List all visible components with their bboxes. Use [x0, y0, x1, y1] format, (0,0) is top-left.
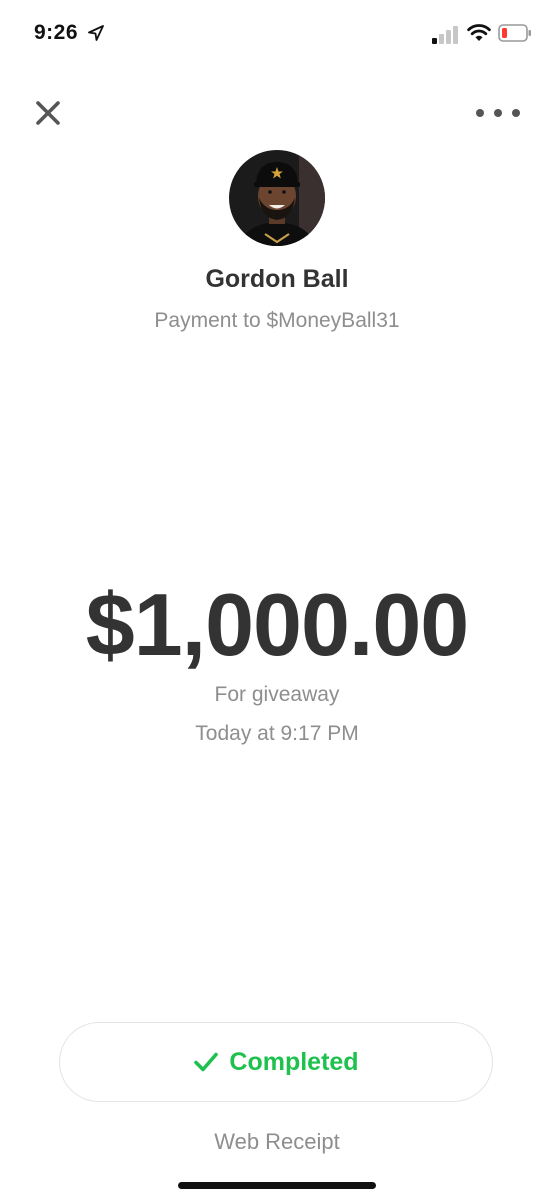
payment-date: Today at 9:17 PM: [195, 722, 359, 745]
avatar: [229, 150, 325, 246]
avatar-photo: [229, 150, 325, 246]
home-indicator: [178, 1182, 376, 1189]
wifi-icon: [467, 24, 491, 41]
web-receipt-link[interactable]: Web Receipt: [0, 1129, 554, 1155]
payment-recipient-subtitle: Payment to $MoneyBall31: [154, 309, 400, 332]
more-options-button[interactable]: [470, 95, 526, 131]
close-icon: [36, 101, 60, 125]
payment-note: For giveaway: [214, 683, 340, 706]
payment-status-badge[interactable]: Completed: [59, 1022, 493, 1102]
cellular-signal-icon: [432, 26, 458, 44]
status-bar: 9:26: [0, 0, 554, 70]
more-options-icon: [476, 109, 520, 117]
recipient-name: Gordon Ball: [205, 265, 349, 293]
checkmark-icon: [194, 1052, 219, 1072]
payment-status-label: Completed: [229, 1047, 359, 1076]
close-button[interactable]: [28, 93, 68, 133]
battery-low-icon: [498, 24, 531, 42]
status-time: 9:26: [34, 21, 79, 44]
payment-amount: $1,000.00: [85, 575, 470, 674]
location-arrow-icon: [88, 25, 104, 41]
